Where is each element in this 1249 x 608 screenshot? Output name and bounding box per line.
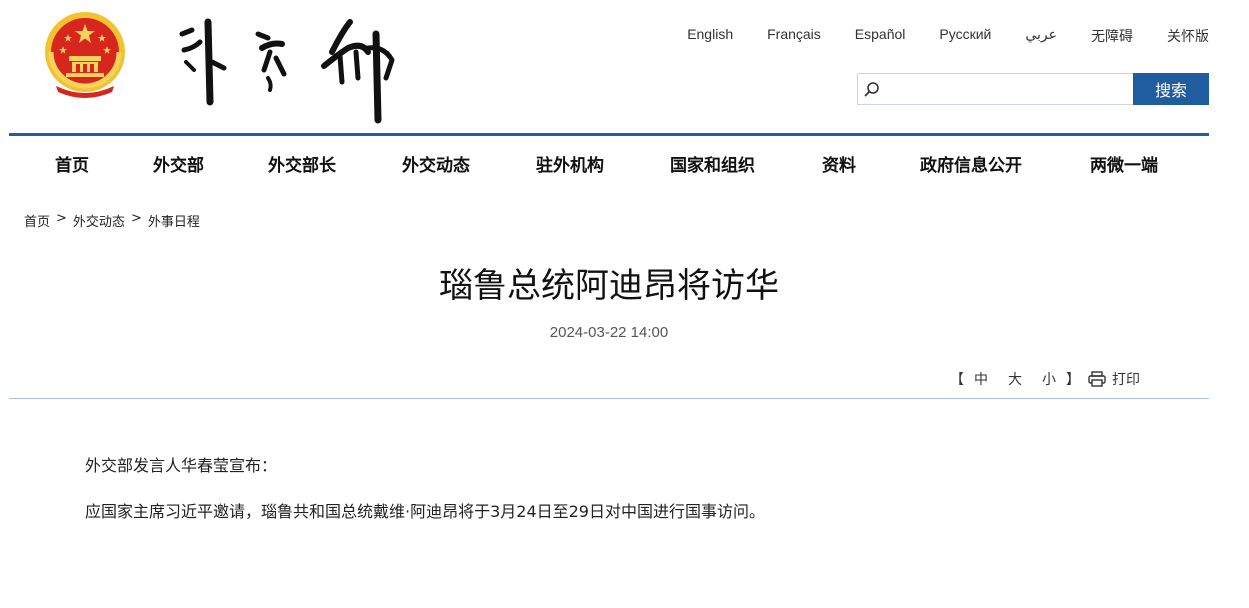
lang-russian-link[interactable]: Русский <box>939 26 991 46</box>
lang-french-link[interactable]: Français <box>767 26 821 46</box>
nav-item-missions-abroad[interactable]: 驻外机构 <box>536 151 604 176</box>
nav-item-social-media[interactable]: 两微一端 <box>1090 151 1158 176</box>
printer-icon <box>1088 371 1106 387</box>
breadcrumb-home[interactable]: 首页 <box>24 211 50 230</box>
nav-item-gov-info[interactable]: 政府信息公开 <box>920 151 1022 176</box>
font-size-controls: 【 中 大 小 】 <box>950 369 1080 389</box>
font-size-small-button[interactable]: 小 <box>1042 369 1056 389</box>
breadcrumb-separator: > <box>130 211 142 226</box>
nav-item-materials[interactable]: 资料 <box>822 151 856 176</box>
lang-arabic-link[interactable]: عربي <box>1025 26 1057 46</box>
article-title: 瑙鲁总统阿迪昂将访华 <box>439 266 779 306</box>
bracket-open: 【 <box>950 372 964 388</box>
search-input[interactable] <box>884 74 1130 104</box>
font-size-large-button[interactable]: 大 <box>1008 369 1022 389</box>
breadcrumb-separator: > <box>56 211 67 226</box>
font-size-medium-button[interactable]: 中 <box>974 369 988 389</box>
lang-spanish-link[interactable]: Español <box>855 26 906 46</box>
lang-english-link[interactable]: English <box>687 26 733 46</box>
language-bar: English Français Español Русский عربي 无障… <box>687 26 1209 46</box>
search-icon <box>864 82 879 97</box>
article-divider <box>9 398 1209 399</box>
national-emblem-icon[interactable] <box>42 10 128 98</box>
breadcrumb-diplomatic-news[interactable]: 外交动态 <box>73 211 125 230</box>
print-button[interactable]: 打印 <box>1088 369 1140 389</box>
print-label: 打印 <box>1112 372 1140 388</box>
elderly-care-link[interactable]: 关怀版 <box>1167 26 1209 46</box>
site-header: English Français Español Русский عربي 无障… <box>0 0 1249 135</box>
nav-item-minister[interactable]: 外交部长 <box>268 151 336 176</box>
accessibility-link[interactable]: 无障碍 <box>1091 26 1133 46</box>
article-paragraph: 外交部发言人华春莹宣布： <box>85 456 278 475</box>
nav-item-home[interactable]: 首页 <box>55 151 89 176</box>
bracket-close: 】 <box>1066 372 1080 388</box>
article-paragraph: 应国家主席习近平邀请，瑙鲁共和国总统戴维·阿迪昂将于3月24日至29日对中国进行… <box>85 502 765 521</box>
article-date: 2024-03-22 14:00 <box>549 324 669 341</box>
breadcrumb-foreign-affairs-schedule[interactable]: 外事日程 <box>148 211 200 230</box>
ministry-calligraphy-logo[interactable] <box>172 12 402 124</box>
breadcrumb: 首页 > 外交动态 > 外事日程 <box>24 211 200 230</box>
nav-item-ministry[interactable]: 外交部 <box>153 151 204 176</box>
search-bar: 搜索 <box>857 73 1209 105</box>
nav-item-countries-orgs[interactable]: 国家和组织 <box>670 151 755 176</box>
article-body: 外交部发言人华春莹宣布： 应国家主席习近平邀请，瑙鲁共和国总统戴维·阿迪昂将于3… <box>85 456 1135 548</box>
search-button[interactable]: 搜索 <box>1133 73 1209 105</box>
search-box <box>857 73 1133 105</box>
main-nav: 首页 外交部 外交部长 外交动态 驻外机构 国家和组织 资料 政府信息公开 两微… <box>9 136 1209 188</box>
nav-item-diplomatic-news[interactable]: 外交动态 <box>402 151 470 176</box>
